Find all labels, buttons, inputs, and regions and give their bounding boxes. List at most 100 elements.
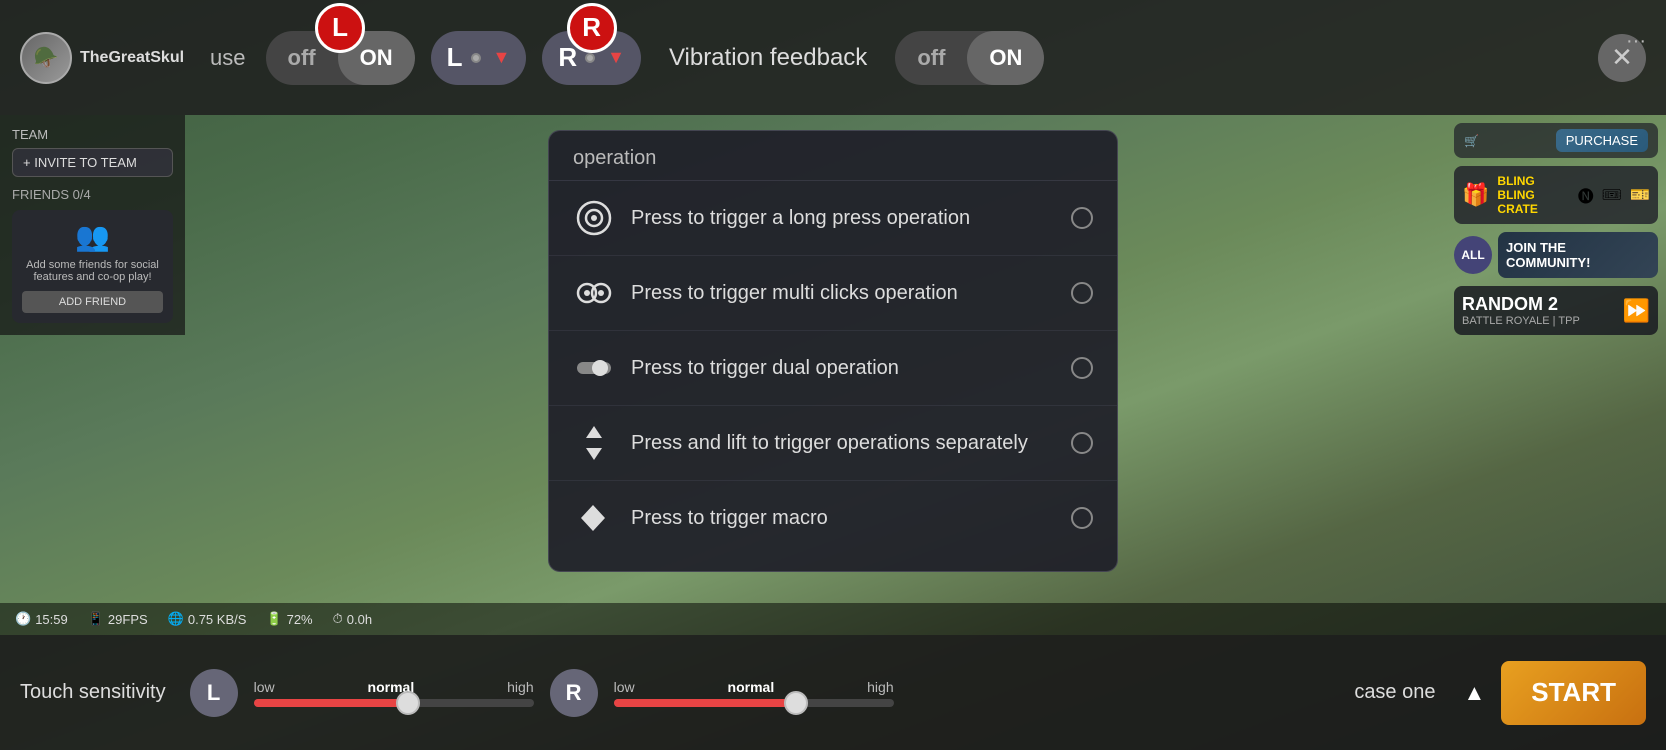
r-dot (585, 53, 595, 63)
crate-card[interactable]: 🎁 BLING BLING CRATE 🅝 🎟 🎫 (1454, 166, 1658, 224)
avatar-emoji: 🪖 (34, 45, 59, 70)
community-card[interactable]: JOIN THE COMMUNITY! (1498, 232, 1658, 278)
l-dot (471, 53, 481, 63)
menu-text-long-press: Press to trigger a long press operation (631, 207, 1055, 230)
top-toolbar: 🪖 TheGreatSkul use L off ON L ▼ R R ▼ Vi… (0, 0, 1666, 115)
l-slider-container: low normal high (254, 679, 534, 707)
friends-description: Add some friends for social features and… (22, 259, 163, 283)
r-slider-track[interactable] (614, 699, 894, 707)
vib-off-button[interactable]: off (895, 31, 967, 85)
random-arrow-icon[interactable]: ⏩ (1623, 298, 1650, 324)
fps-icon: 📱 (88, 611, 104, 627)
network-icon: 🌐 (168, 611, 184, 627)
r-letter: R (558, 42, 577, 73)
menu-partial-header: operation (549, 147, 1117, 181)
purchase-area: 🛒 PURCHASE (1454, 123, 1658, 158)
r-slider-labels: low normal high (614, 679, 894, 695)
stat-network: 🌐 0.75 KB/S (168, 611, 247, 627)
purchase-button[interactable]: PURCHASE (1556, 129, 1648, 152)
community-text: JOIN THE COMMUNITY! (1506, 240, 1650, 270)
radio-dual[interactable] (1071, 357, 1093, 379)
purchase-icon: 🛒 (1464, 134, 1550, 148)
start-label: START (1531, 677, 1616, 708)
r-normal-label: normal (728, 679, 775, 695)
r-trigger-container: R R ▼ (542, 31, 641, 85)
left-sidebar: TEAM + INVITE TO TEAM FRIENDS 0/4 👥 Add … (0, 115, 185, 335)
invite-to-team-button[interactable]: + INVITE TO TEAM (12, 148, 173, 177)
random-title: RANDOM 2 (1462, 294, 1580, 315)
l-trigger-button[interactable]: L ▼ (431, 31, 527, 85)
username: TheGreatSkul (80, 49, 184, 67)
n-badge: 🅝 (1578, 183, 1594, 207)
avatar-section: 🪖 TheGreatSkul (20, 32, 184, 84)
use-label-left: use (210, 45, 245, 71)
menu-item-long-press[interactable]: Press to trigger a long press operation (549, 181, 1117, 256)
l-dropdown-arrow[interactable]: ▼ (493, 47, 511, 68)
multi-clicks-icon (573, 272, 615, 314)
crate-title: BLING BLING CRATE (1497, 174, 1569, 216)
menu-text-multi-clicks: Press to trigger multi clicks operation (631, 282, 1055, 305)
r-slider-fill (614, 699, 796, 707)
l-high-label: high (507, 679, 533, 695)
l-slider-track[interactable] (254, 699, 534, 707)
bottom-toolbar: Touch sensitivity L low normal high R lo… (0, 635, 1666, 750)
team-label: TEAM (12, 127, 173, 142)
r-sensitivity-button[interactable]: R (550, 669, 598, 717)
friends-icon: 👥 (22, 220, 163, 253)
l-slider-labels: low normal high (254, 679, 534, 695)
l-letter: L (447, 42, 463, 73)
r-badge: R (567, 3, 617, 53)
stat-fps: 📱 29FPS (88, 611, 148, 627)
press-lift-icon (573, 422, 615, 464)
l-low-label: low (254, 679, 275, 695)
vib-on-button[interactable]: ON (967, 31, 1044, 85)
long-press-icon (573, 197, 615, 239)
random-section: RANDOM 2 BATTLE ROYALE | TPP ⏩ (1454, 286, 1658, 335)
stat-battery: 🔋 72% (266, 611, 312, 627)
stat-time: 🕐 15:59 (15, 611, 68, 627)
menu-text-macro: Press to trigger macro (631, 507, 1055, 530)
l-badge: L (315, 3, 365, 53)
r-slider-thumb[interactable] (784, 691, 808, 715)
community-row: ALL JOIN THE COMMUNITY! (1454, 232, 1658, 278)
clock-icon: 🕐 (15, 611, 31, 627)
macro-icon (573, 497, 615, 539)
battery-icon: 🔋 (266, 611, 282, 627)
dual-icon (573, 347, 615, 389)
friends-label: FRIENDS 0/4 (12, 187, 173, 202)
r-slider-container: low normal high (614, 679, 894, 707)
r-high-label: high (867, 679, 893, 695)
add-friend-button[interactable]: ADD FRIEND (22, 291, 163, 313)
menu-item-macro[interactable]: Press to trigger macro (549, 481, 1117, 555)
vibration-toggle-group[interactable]: off ON (895, 31, 1044, 85)
menu-text-dual: Press to trigger dual operation (631, 357, 1055, 380)
r-low-label: low (614, 679, 635, 695)
menu-item-press-lift[interactable]: Press and lift to trigger operations sep… (549, 406, 1117, 481)
l-slider-fill (254, 699, 408, 707)
avatar: 🪖 (20, 32, 72, 84)
radio-macro[interactable] (1071, 507, 1093, 529)
dropdown-menu: operation Press to trigger a long press … (548, 130, 1118, 572)
gift-badge: 🎟 (1602, 185, 1622, 205)
menu-item-dual[interactable]: Press to trigger dual operation (549, 331, 1117, 406)
right-sidebar: 🛒 PURCHASE 🎁 BLING BLING CRATE 🅝 🎟 🎫 ALL… (1446, 115, 1666, 343)
menu-item-multi-clicks[interactable]: Press to trigger multi clicks operation (549, 256, 1117, 331)
radio-multi-clicks[interactable] (1071, 282, 1093, 304)
r-dropdown-arrow[interactable]: ▼ (607, 47, 625, 68)
start-button[interactable]: START (1501, 661, 1646, 725)
all-button[interactable]: ALL (1454, 236, 1492, 274)
three-dots-menu[interactable]: ··· (1626, 30, 1646, 53)
l-slider-thumb[interactable] (396, 691, 420, 715)
touch-sensitivity-label: Touch sensitivity (20, 681, 166, 704)
stat-duration: ⏱ 0.0h (333, 611, 372, 627)
menu-text-press-lift: Press and lift to trigger operations sep… (631, 432, 1055, 455)
up-arrow-icon[interactable]: ▲ (1463, 680, 1485, 706)
pass-badge: 🎫 (1630, 185, 1650, 205)
case-label: case one (1354, 681, 1435, 704)
l-sensitivity-button[interactable]: L (190, 669, 238, 717)
timer-icon: ⏱ (333, 611, 343, 627)
radio-press-lift[interactable] (1071, 432, 1093, 454)
crate-icon: 🎁 (1462, 182, 1489, 208)
radio-long-press[interactable] (1071, 207, 1093, 229)
random-subtitle: BATTLE ROYALE | TPP (1462, 315, 1580, 327)
